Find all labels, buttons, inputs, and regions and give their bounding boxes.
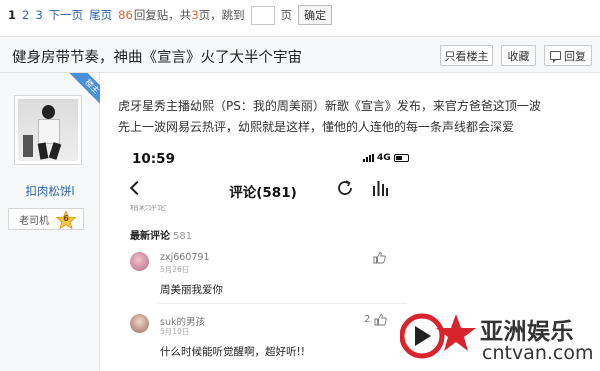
reply-count: 86	[118, 8, 133, 22]
reply-button[interactable]: 回复	[544, 45, 592, 66]
comment-2-like-count: 2	[364, 314, 371, 325]
comment-divider	[158, 303, 406, 304]
level-number: 6	[63, 214, 69, 223]
last-page-link[interactable]: 尾页	[89, 7, 112, 23]
jump-page-input[interactable]	[250, 5, 275, 25]
hot-comments-label: 精彩评论	[130, 205, 167, 212]
latest-comments-count: 581	[173, 231, 193, 242]
thread-header: 健身房带节奏，神曲《宣言》火了大半个宇宙 只看楼主 收藏 回复	[0, 36, 600, 73]
comment-2-like-icon	[374, 314, 387, 326]
reply-button-label: 回复	[564, 49, 586, 63]
post-body: 虎牙星秀主播幼熙（PS：我的周美丽）新歌《宣言》发布，来官方爸爸这顶一波 先上一…	[118, 96, 590, 138]
thread-title: 健身房带节奏，神曲《宣言》火了大半个宇宙	[12, 50, 302, 66]
site-watermark: 亚洲娱乐 cntvan.com	[400, 304, 596, 368]
comment-1-text: 周美丽我爱你	[160, 284, 223, 296]
latest-comments-heading: 最新评论 581	[130, 231, 193, 242]
stats-icon	[373, 181, 388, 196]
post-line-1: 虎牙星秀主播幼熙（PS：我的周美丽）新歌《宣言》发布，来官方爸爸这顶一波	[118, 99, 541, 113]
comment-1-date: 5月26日	[160, 265, 190, 274]
battery-icon	[393, 154, 409, 162]
author-panel: 楼主 扣肉松饼l 老司机 6	[0, 73, 100, 371]
confirm-jump-button[interactable]: 确定	[298, 5, 333, 25]
phone-time: 10:59	[132, 151, 175, 167]
comment-2-avatar	[130, 314, 149, 333]
page-unit-label: 页	[280, 8, 293, 22]
comment-1-avatar	[130, 252, 149, 271]
page-1-link[interactable]: 1	[8, 8, 16, 22]
phone-status-icons: 4G	[363, 153, 409, 163]
comment-1-like-icon	[373, 252, 386, 264]
avatar-photo	[18, 99, 78, 161]
page-3-link[interactable]: 3	[35, 8, 42, 22]
comments-title: 评论(581)	[229, 185, 297, 201]
reply-count-label: 回复贴，共	[133, 8, 192, 22]
network-label: 4G	[377, 153, 391, 163]
phone-screenshot: 10:59 4G 评论(581) 精彩评论 最新评论 581 zxj660791 …	[118, 143, 409, 371]
total-pages: 3	[191, 8, 199, 22]
comment-1-username: zxj660791	[160, 252, 210, 263]
post-line-2: 先上一波网易云热评，幼熙就是这样，懂他的人连他的每一条声线都会深爱	[118, 120, 515, 134]
comment-2-text: 什么时候能听觉醒啊，超好听!!	[160, 346, 305, 358]
phone-nav-bar: 评论(581)	[118, 177, 408, 205]
comment-2-date: 5月10日	[160, 327, 190, 336]
author-name[interactable]: 扣肉松饼l	[0, 183, 100, 199]
pagination: 1 2 3 下一页 尾页 86 回复贴，共 3 页，跳到 页 确定	[0, 0, 600, 30]
page-2-link[interactable]: 2	[22, 8, 29, 22]
share-icon	[338, 180, 352, 195]
avatar[interactable]	[14, 95, 82, 165]
jump-label: 页，跳到	[198, 8, 245, 22]
level-star-icon: 6	[55, 209, 77, 230]
watermark-cn: 亚洲娱乐	[480, 319, 574, 345]
signal-icon	[363, 154, 374, 162]
reply-icon	[550, 51, 561, 63]
only-op-button[interactable]: 只看楼主	[440, 45, 493, 66]
watermark-logo-icon	[400, 313, 476, 359]
watermark-url: cntvan.com	[482, 342, 594, 364]
next-page-link[interactable]: 下一页	[49, 7, 84, 23]
favorite-button[interactable]: 收藏	[501, 45, 536, 66]
level-title: 老司机	[19, 215, 49, 227]
